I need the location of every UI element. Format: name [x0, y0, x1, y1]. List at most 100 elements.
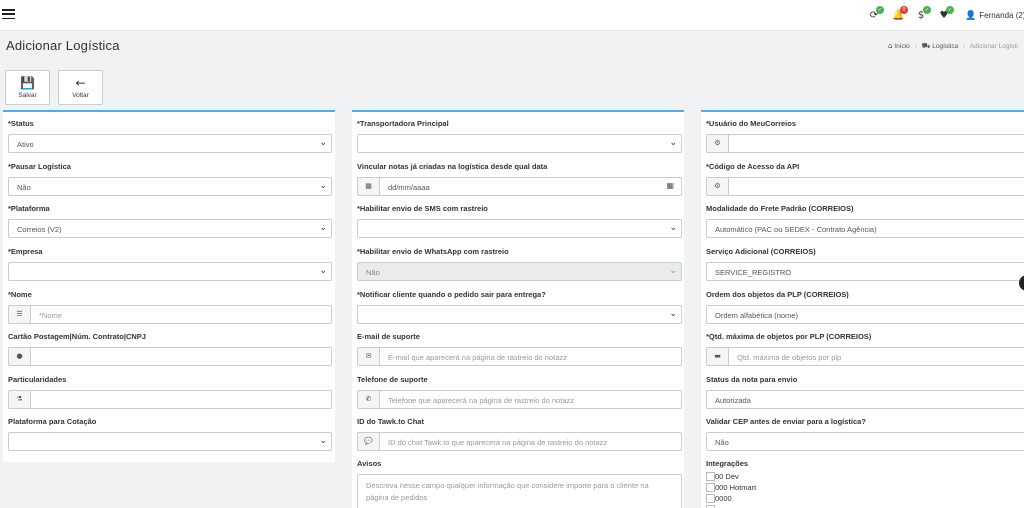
- checkbox[interactable]: [706, 494, 715, 503]
- servico-field: Serviço Adicional (CORREIOS) SERVICE_REG…: [706, 247, 1024, 281]
- servico-select[interactable]: SERVICE_REGISTRO⌄: [706, 262, 1024, 281]
- chevron-down-icon: ⌄: [669, 138, 677, 148]
- tawk-placeholder: ID do chat Tawk.to que aparecerá na pági…: [388, 438, 608, 447]
- tawk-input[interactable]: ID do chat Tawk.to que aparecerá na pági…: [379, 432, 682, 451]
- tawk-label: ID do Tawk.to Chat: [357, 417, 424, 426]
- arrow-left-icon: ←: [75, 76, 86, 90]
- checkbox[interactable]: [706, 472, 715, 481]
- sync-status-badge: ✓: [876, 6, 884, 14]
- codigo-input[interactable]: [728, 177, 1024, 196]
- integracao-item[interactable]: 00 Dev: [706, 471, 1024, 482]
- home-icon: ⌂: [888, 42, 893, 50]
- plataforma-select[interactable]: Correios (V2) ⌄: [8, 219, 332, 238]
- usuario-field: *Usuário do MeuCorreios ⚙: [706, 119, 1024, 153]
- chevron-down-icon: ⌄: [319, 138, 327, 148]
- favorites-status-badge: ✓: [946, 6, 954, 14]
- top-navbar: ⟳ ✓ 🔔 0 $ ✓ ♥ ✓ 👤 Fernanda (2): [0, 0, 1024, 31]
- ordem-select[interactable]: Ordem alfabética (nome)⌄: [706, 305, 1024, 324]
- plataforma-field: *Plataforma Correios (V2) ⌄: [8, 204, 332, 238]
- billing-status-badge: ✓: [923, 6, 931, 14]
- checkbox[interactable]: [706, 483, 715, 492]
- integracao-item[interactable]: [706, 504, 1024, 508]
- plataforma-cotacao-field: Plataforma para Cotação ⌄: [8, 417, 332, 451]
- avisos-textarea[interactable]: Descreva nesse campo qualquer informação…: [357, 474, 682, 508]
- notificar-select[interactable]: ⌄: [357, 305, 682, 324]
- qtd-field: *Qtd. máxima de objetos por PLP (CORREIO…: [706, 332, 1024, 366]
- particularidades-field: Particularidades ⚗: [8, 375, 332, 409]
- plataforma-value: Correios (V2): [17, 225, 62, 234]
- map-marker-icon: ●: [8, 347, 30, 366]
- email-input[interactable]: E-mail que aparecerá na página de rastre…: [379, 347, 682, 366]
- notification-panel: *Transportadora Principal ⌄ Vincular not…: [352, 110, 684, 508]
- cartao-label: Cartão Postagem|Núm. Contrato|CNPJ: [8, 332, 146, 341]
- validar-cep-field: Validar CEP antes de enviar para a logís…: [706, 417, 1024, 451]
- status-select[interactable]: Ativo ⌄: [8, 134, 332, 153]
- avisos-field: Avisos Descreva nesse campo qualquer inf…: [357, 459, 682, 508]
- email-label: E-mail de suporte: [357, 332, 420, 341]
- telefone-placeholder: Telefone que aparecerá na página de rast…: [388, 396, 574, 405]
- transportadora-select[interactable]: ⌄: [357, 134, 682, 153]
- codigo-label: *Código de Acesso da API: [706, 162, 800, 171]
- breadcrumb: ⌂ Início › ⛟ Logística › Adicionar Logís…: [888, 42, 1018, 51]
- breadcrumb-home[interactable]: Início: [894, 43, 910, 50]
- calendar-picker-icon[interactable]: ▦: [666, 181, 674, 190]
- plataforma-cotacao-select[interactable]: ⌄: [8, 432, 332, 451]
- empresa-label: *Empresa: [8, 247, 43, 256]
- chevron-down-icon: ⌄: [669, 223, 677, 233]
- qtd-placeholder: Qtd. máxima de objetos por plp: [737, 353, 842, 362]
- integracao-label: 0000: [715, 494, 732, 503]
- integracao-item[interactable]: 0000: [706, 493, 1024, 504]
- modalidade-select[interactable]: Automático (PAC ou SEDEX - Contrato Agên…: [706, 219, 1024, 238]
- usuario-input[interactable]: [728, 134, 1024, 153]
- status-nota-select[interactable]: Autorizada⌄: [706, 390, 1024, 409]
- cartao-field: Cartão Postagem|Núm. Contrato|CNPJ ●: [8, 332, 332, 366]
- transportadora-field: *Transportadora Principal ⌄: [357, 119, 682, 153]
- notification-count-badge: 0: [900, 6, 908, 14]
- cartao-input[interactable]: [30, 347, 332, 366]
- integracao-item[interactable]: 000 Hotmart: [706, 482, 1024, 493]
- save-button-label: Salvar: [18, 92, 37, 99]
- sms-select[interactable]: ⌄: [357, 219, 682, 238]
- email-field: E-mail de suporte ✉ E-mail que aparecerá …: [357, 332, 682, 366]
- menu-toggle-icon[interactable]: [2, 9, 15, 20]
- pausar-label: *Pausar Logística: [8, 162, 71, 171]
- empresa-select[interactable]: ⌄: [8, 262, 332, 281]
- user-icon: 👤: [965, 11, 977, 21]
- chevron-down-icon: ⌄: [319, 266, 327, 276]
- modalidade-label: Modalidade do Frete Padrão (CORREIOS): [706, 204, 854, 213]
- chevron-down-icon: ⌄: [319, 223, 327, 233]
- validar-cep-select[interactable]: Não⌄: [706, 432, 1024, 451]
- qtd-label: *Qtd. máxima de objetos por PLP (CORREIO…: [706, 332, 872, 341]
- save-button[interactable]: 💾 Salvar: [5, 70, 50, 105]
- whatsapp-label: *Habilitar envio de WhatsApp com rastrei…: [357, 247, 509, 256]
- nome-input[interactable]: *Nome: [30, 305, 332, 324]
- particularidades-input[interactable]: [30, 390, 332, 409]
- notificar-field: *Notificar cliente quando o pedido sair …: [357, 290, 682, 324]
- notificar-label: *Notificar cliente quando o pedido sair …: [357, 290, 546, 299]
- plataforma-cotacao-label: Plataforma para Cotação: [8, 417, 97, 426]
- telefone-label: Telefone de suporte: [357, 375, 428, 384]
- truck-icon: ⛟: [921, 42, 931, 50]
- particularidades-label: Particularidades: [8, 375, 67, 384]
- usuario-label: *Usuário do MeuCorreios: [706, 119, 797, 128]
- vincular-field: Vincular notas já criadas na logística d…: [357, 162, 682, 196]
- ordem-value: Ordem alfabética (nome): [715, 311, 798, 320]
- plataforma-label: *Plataforma: [8, 204, 50, 213]
- breadcrumb-logistica[interactable]: Logística: [932, 43, 958, 50]
- whatsapp-select: Não ⌄: [357, 262, 682, 281]
- telefone-input[interactable]: Telefone que aparecerá na página de rast…: [379, 390, 682, 409]
- sms-label: *Habilitar envio de SMS com rastreio: [357, 204, 488, 213]
- general-panel: *Status Ativo ⌄ *Pausar Logística Não ⌄ *P…: [3, 110, 335, 462]
- sms-field: *Habilitar envio de SMS com rastreio ⌄: [357, 204, 682, 238]
- vincular-date-input[interactable]: dd/mm/aaaa ▦: [379, 177, 682, 196]
- user-menu[interactable]: 👤 Fernanda (2): [965, 11, 1024, 21]
- ordem-field: Ordem dos objetos da PLP (CORREIOS) Orde…: [706, 290, 1024, 324]
- qtd-input[interactable]: Qtd. máxima de objetos por plp: [728, 347, 1024, 366]
- status-value: Ativo: [17, 140, 34, 149]
- back-button-label: Voltar: [72, 92, 89, 99]
- pausar-select[interactable]: Não ⌄: [8, 177, 332, 196]
- calendar-icon: ▦: [357, 177, 379, 196]
- user-name: Fernanda (2): [979, 11, 1024, 20]
- back-button[interactable]: ← Voltar: [58, 70, 103, 105]
- integracao-label: 000 Hotmart: [715, 483, 757, 492]
